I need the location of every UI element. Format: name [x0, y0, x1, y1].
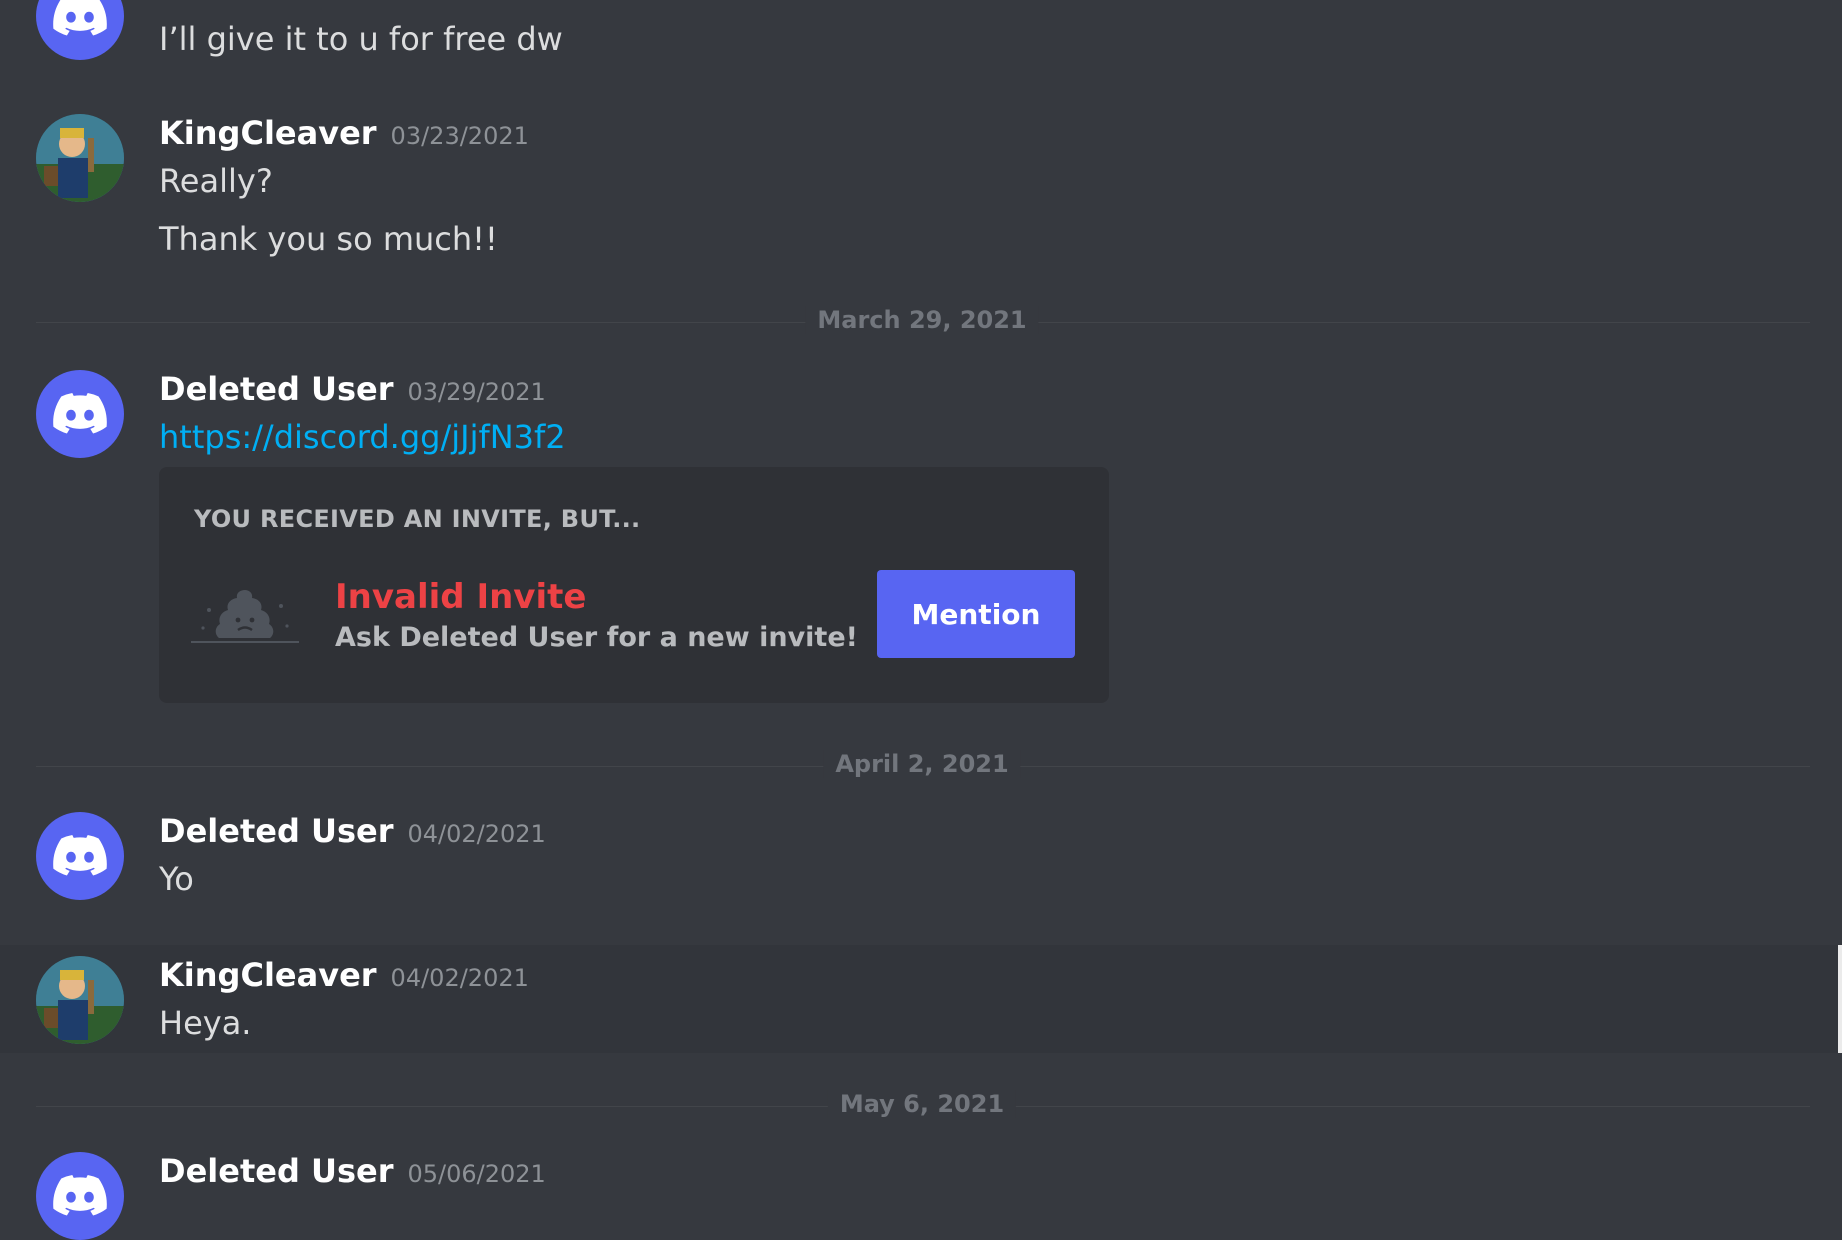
message-text: I’ll give it to u for free dw	[159, 20, 563, 58]
message-text: Yo	[159, 860, 194, 898]
scrollbar-edge[interactable]	[1838, 945, 1842, 1053]
kingcleaver-avatar-image	[36, 114, 124, 202]
date-divider-label: May 6, 2021	[827, 1090, 1017, 1118]
discord-logo-icon	[53, 393, 107, 434]
message-text: Thank you so much!!	[159, 220, 498, 258]
sad-poop-icon	[191, 590, 299, 643]
avatar-kingcleaver[interactable]	[36, 956, 124, 1044]
message-author[interactable]: KingCleaver 03/23/2021	[159, 114, 529, 152]
invite-link[interactable]: https://discord.gg/jJjfN3f2	[159, 418, 566, 456]
message-author[interactable]: Deleted User 03/29/2021	[159, 370, 546, 408]
avatar-deleted-user[interactable]	[36, 370, 124, 458]
message-timestamp: 04/02/2021	[407, 820, 546, 848]
invite-embed: YOU RECEIVED AN INVITE, BUT... Invalid I…	[159, 467, 1109, 703]
discord-logo-icon	[53, 0, 107, 36]
message-author[interactable]: Deleted User 04/02/2021	[159, 812, 546, 850]
avatar-deleted-user[interactable]	[36, 0, 124, 60]
date-divider-label: April 2, 2021	[823, 750, 1021, 778]
invite-header: YOU RECEIVED AN INVITE, BUT...	[194, 505, 641, 533]
message-text: Heya.	[159, 1004, 252, 1042]
discord-logo-icon	[53, 1175, 107, 1216]
message-timestamp: 04/02/2021	[390, 964, 529, 992]
discord-logo-icon	[53, 835, 107, 876]
message-timestamp: 03/29/2021	[407, 378, 546, 406]
message-text: Really?	[159, 162, 273, 200]
avatar-deleted-user[interactable]	[36, 812, 124, 900]
message-timestamp: 03/23/2021	[390, 122, 529, 150]
message-author[interactable]: KingCleaver 04/02/2021	[159, 956, 529, 994]
kingcleaver-avatar-image	[36, 956, 124, 1044]
invite-title: Invalid Invite	[335, 577, 587, 617]
message-timestamp: 05/06/2021	[407, 1160, 546, 1188]
date-divider-label: March 29, 2021	[805, 306, 1039, 334]
invite-subtitle: Ask Deleted User for a new invite!	[335, 622, 858, 653]
avatar-kingcleaver[interactable]	[36, 114, 124, 202]
avatar-deleted-user[interactable]	[36, 1152, 124, 1240]
message-author[interactable]: Deleted User 05/06/2021	[159, 1152, 546, 1190]
mention-button[interactable]: Mention	[877, 570, 1075, 658]
message-link-wrapper: https://discord.gg/jJjfN3f2	[159, 418, 566, 456]
